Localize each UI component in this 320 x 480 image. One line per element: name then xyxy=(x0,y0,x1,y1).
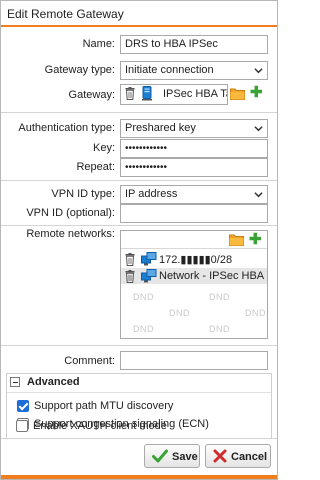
gateway-value: IPSec HBA Ta xyxy=(163,88,228,100)
dnd-watermark: DND xyxy=(209,324,230,334)
chevron-down-icon xyxy=(254,68,263,74)
section-divider xyxy=(1,180,277,181)
chevron-down-icon xyxy=(254,126,263,132)
remote-network-item[interactable]: 172.▮▮▮▮▮0/28 xyxy=(121,251,267,267)
gateway-type-select[interactable]: Initiate connection xyxy=(120,61,268,80)
trash-icon[interactable] xyxy=(125,270,135,283)
trash-icon[interactable] xyxy=(125,253,135,266)
xauth-checkbox[interactable] xyxy=(16,420,28,432)
advanced-title: Advanced xyxy=(27,376,80,388)
remote-networks-toolbar: ✚ xyxy=(121,231,267,249)
bottom-accent-bar xyxy=(1,475,277,479)
vpn-id-type-select[interactable]: IP address xyxy=(120,185,268,204)
network-icon xyxy=(141,269,157,283)
save-button[interactable]: Save xyxy=(144,444,200,468)
auth-type-value: Preshared key xyxy=(125,122,196,134)
auth-type-label: Authentication type: xyxy=(18,122,115,134)
repeat-input[interactable]: •••••••••••• xyxy=(120,158,268,177)
cancel-label: Cancel xyxy=(231,451,268,463)
dialog-title: Edit Remote Gateway xyxy=(1,1,277,27)
minus-icon[interactable] xyxy=(10,377,20,387)
auth-type-select[interactable]: Preshared key xyxy=(120,119,268,138)
comment-label: Comment: xyxy=(64,355,115,367)
chevron-down-icon xyxy=(254,192,263,198)
remote-network-text: Network - IPSec HBA xyxy=(159,270,265,282)
vpn-id-type-label: VPN ID type: xyxy=(51,188,115,200)
vpn-id-type-value: IP address xyxy=(125,188,178,200)
vpn-id-input[interactable] xyxy=(120,204,268,223)
xauth-label: Enable XAUTH client mode xyxy=(33,420,167,432)
cancel-button[interactable]: Cancel xyxy=(205,444,271,468)
comment-input[interactable] xyxy=(120,351,268,370)
vpn-id-label: VPN ID (optional): xyxy=(26,207,115,219)
name-input[interactable]: DRS to HBA IPSec xyxy=(120,35,268,54)
checkmark-icon xyxy=(152,449,168,463)
host-icon xyxy=(142,86,152,101)
remote-network-item[interactable]: Network - IPSec HBA xyxy=(121,268,267,284)
trash-icon[interactable] xyxy=(125,87,135,100)
repeat-label: Repeat: xyxy=(76,161,115,173)
x-icon xyxy=(213,449,227,463)
plus-icon[interactable]: ✚ xyxy=(249,232,262,247)
dnd-watermark: DND xyxy=(209,292,230,302)
section-divider xyxy=(1,438,277,439)
folder-icon[interactable] xyxy=(229,233,244,246)
key-label: Key: xyxy=(92,142,115,154)
remote-networks-box[interactable]: ✚ 172.▮▮▮▮▮0/28 Network - IPSec HBA DND … xyxy=(120,230,268,339)
plus-icon[interactable]: ✚ xyxy=(250,85,263,100)
advanced-divider xyxy=(7,392,271,393)
key-input[interactable]: •••••••••••• xyxy=(120,139,268,158)
section-divider xyxy=(1,112,277,113)
dnd-watermark: DND xyxy=(133,292,154,302)
remote-network-text: 172.▮▮▮▮▮0/28 xyxy=(159,254,233,266)
gateway-type-label: Gateway type: xyxy=(44,64,115,76)
section-divider xyxy=(1,225,277,226)
edit-remote-gateway-dialog: Edit Remote Gateway Name: DRS to HBA IPS… xyxy=(0,0,278,480)
name-label: Name: xyxy=(82,38,115,50)
dnd-watermark: DND xyxy=(169,308,190,318)
section-divider xyxy=(1,345,277,346)
remote-networks-label: Remote networks: xyxy=(26,228,115,240)
gateway-drop-field[interactable]: IPSec HBA Ta xyxy=(120,84,228,105)
gateway-type-value: Initiate connection xyxy=(125,64,214,76)
save-label: Save xyxy=(172,451,198,463)
folder-icon[interactable] xyxy=(230,87,245,100)
network-icon xyxy=(141,252,157,266)
dnd-watermark: DND xyxy=(245,308,266,318)
dnd-watermark: DND xyxy=(133,324,154,334)
gateway-label: Gateway: xyxy=(68,89,115,101)
path-mtu-label: Support path MTU discovery xyxy=(34,400,174,412)
path-mtu-checkbox[interactable] xyxy=(17,400,29,412)
